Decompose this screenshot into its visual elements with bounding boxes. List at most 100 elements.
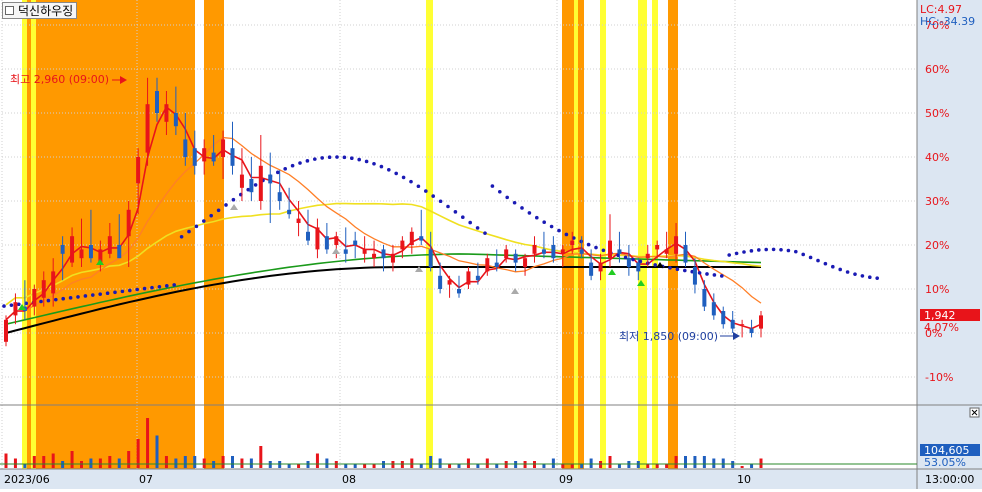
cloud-dot xyxy=(527,211,532,215)
volume-bar xyxy=(429,456,433,468)
cloud-dot xyxy=(823,261,828,266)
cloud-dot xyxy=(76,295,80,299)
candle-body xyxy=(296,218,301,223)
volume-bar xyxy=(259,446,263,468)
volume-bar xyxy=(684,456,687,468)
cloud-dot xyxy=(113,290,117,295)
collapse-square-icon[interactable] xyxy=(5,6,14,15)
candle-body xyxy=(13,302,18,316)
candle-body xyxy=(551,245,556,259)
cloud-dot xyxy=(845,270,850,274)
cloud-dot xyxy=(401,175,406,180)
cloud-dot xyxy=(364,159,369,164)
x-tick-label: 08 xyxy=(342,473,356,486)
volume-bar xyxy=(221,456,225,468)
cloud-dot xyxy=(98,292,102,296)
cloud-dot xyxy=(54,297,58,302)
cloud-dot xyxy=(431,194,436,198)
volume-bar xyxy=(70,451,74,468)
candle-body xyxy=(409,231,414,245)
volume-bar xyxy=(89,458,93,468)
price-change: 4.07% xyxy=(924,321,959,334)
volume-bar xyxy=(674,456,678,468)
cloud-dot xyxy=(298,161,302,165)
volume-bar xyxy=(485,458,489,468)
candle-body xyxy=(617,249,622,254)
cloud-dot xyxy=(705,272,709,276)
candle-body xyxy=(324,236,329,250)
orange-signal-band xyxy=(204,0,224,469)
candle-body xyxy=(428,249,433,267)
candle-body xyxy=(683,245,688,263)
cloud-dot xyxy=(786,248,791,253)
volume-bar xyxy=(127,451,131,468)
cloud-dot xyxy=(668,266,672,270)
volume-bar xyxy=(702,456,706,468)
candle-body xyxy=(126,209,131,237)
cloud-dot xyxy=(816,258,820,263)
cloud-dot xyxy=(179,234,184,239)
yellow-signal-band xyxy=(638,0,647,469)
cloud-dot xyxy=(683,268,687,273)
cloud-dot xyxy=(853,272,857,276)
volume-bar xyxy=(693,456,697,468)
candle-body xyxy=(749,328,754,333)
volume-bar xyxy=(240,458,244,468)
cloud-dot xyxy=(209,213,213,218)
volume-bar xyxy=(249,458,253,468)
candle-body xyxy=(306,231,310,241)
cloud-dot xyxy=(253,183,258,187)
cloud-dot xyxy=(290,163,295,168)
cloud-dot xyxy=(601,248,606,253)
volume-bar xyxy=(202,458,206,468)
cloud-dot xyxy=(387,168,391,172)
volume-bar xyxy=(589,458,593,468)
cloud-dot xyxy=(801,252,805,257)
candle-body xyxy=(173,113,178,127)
volume-bar xyxy=(410,458,414,468)
chart-canvas[interactable]: 최고 2,960 (09:00)최저 1,850 (09:00)-10%0%10… xyxy=(0,0,982,489)
cloud-dot xyxy=(335,155,339,159)
candle-body xyxy=(570,240,575,245)
candle-body xyxy=(41,280,46,298)
candle-body xyxy=(353,240,358,245)
cloud-dot xyxy=(564,232,569,237)
cloud-dot xyxy=(231,197,236,202)
cloud-dot xyxy=(135,287,139,292)
hc-label: HC:-34.39 xyxy=(920,15,975,28)
candle-body xyxy=(362,249,367,254)
candle-body xyxy=(381,249,386,259)
candle-body xyxy=(164,104,169,122)
cloud-dot xyxy=(2,304,6,308)
cloud-dot xyxy=(742,250,746,254)
stock-chart[interactable]: 최고 2,960 (09:00) 최저 1,850 (09:00) -10% 0% 10… xyxy=(0,0,982,489)
volume-bar xyxy=(32,456,36,468)
cloud-dot xyxy=(313,157,317,161)
y-tick-label: 30% xyxy=(925,195,949,208)
candle-body xyxy=(390,253,395,263)
cloud-dot xyxy=(216,208,221,213)
volume-bar xyxy=(231,456,234,468)
cloud-dot xyxy=(224,203,228,207)
cloud-dot xyxy=(453,210,458,214)
y-tick-label: -10% xyxy=(925,371,953,384)
candle-body xyxy=(702,289,707,307)
volume-bar xyxy=(164,456,168,468)
cloud-dot xyxy=(327,155,332,159)
candle-body xyxy=(636,262,641,272)
cloud-dot xyxy=(305,159,310,163)
candle-body xyxy=(51,271,56,294)
candle-body xyxy=(608,240,612,259)
x-tick-label: 10 xyxy=(737,473,751,486)
candle-body xyxy=(438,275,443,289)
candle-body xyxy=(532,245,537,254)
yellow-signal-band xyxy=(22,0,27,469)
cloud-dot xyxy=(771,247,776,252)
candle-body xyxy=(70,236,75,263)
candle-body xyxy=(287,209,292,215)
cloud-dot xyxy=(409,179,413,184)
candle-body xyxy=(721,311,726,325)
cloud-dot xyxy=(631,257,635,262)
stock-name-box[interactable]: 덕신하우징 xyxy=(2,2,78,19)
yellow-signal-band xyxy=(31,0,36,469)
